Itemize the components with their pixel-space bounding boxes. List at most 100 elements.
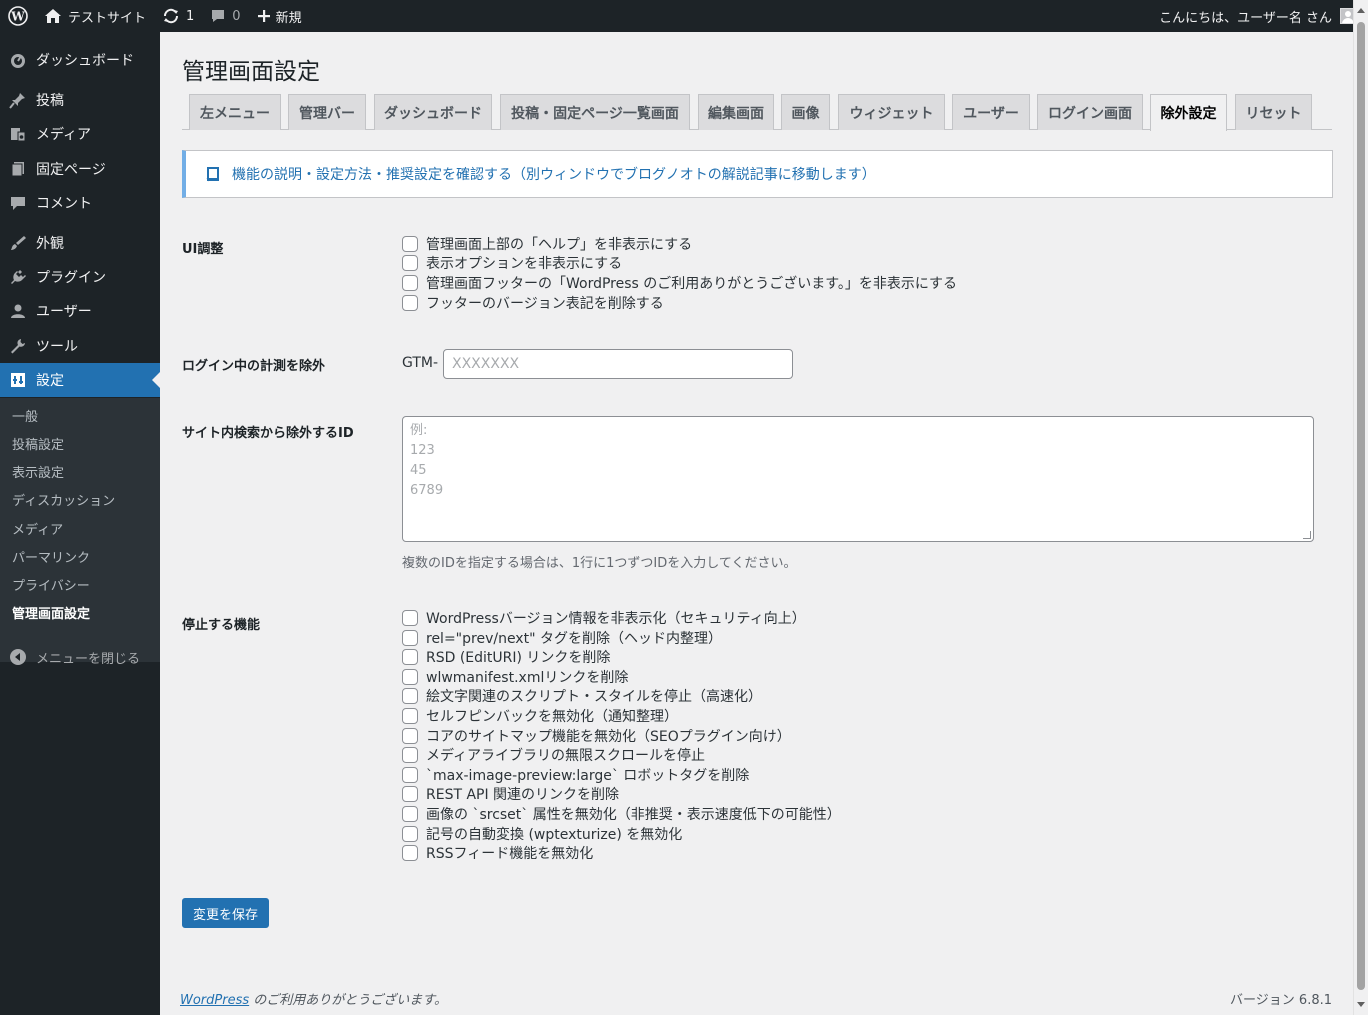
- menu-posts[interactable]: 投稿: [0, 83, 160, 117]
- menu-tools[interactable]: ツール: [0, 329, 160, 363]
- disable-option-rss[interactable]: RSSフィード機能を無効化: [402, 843, 593, 862]
- submenu-permalink[interactable]: パーマリンク: [12, 549, 90, 569]
- book-icon: [206, 167, 219, 182]
- svg-text:W: W: [10, 10, 25, 24]
- tab-admin-bar[interactable]: 管理バー: [288, 94, 366, 130]
- menu-comments[interactable]: コメント: [0, 186, 160, 220]
- tab-reset[interactable]: リセット: [1235, 94, 1312, 130]
- checkbox[interactable]: [402, 746, 418, 763]
- menu-pages[interactable]: 固定ページ: [0, 152, 160, 186]
- checkbox[interactable]: [402, 254, 418, 271]
- checkbox[interactable]: [402, 668, 418, 685]
- scroll-up-arrow-icon[interactable]: [1357, 8, 1365, 13]
- tab-exclusion-settings[interactable]: 除外設定: [1150, 94, 1227, 131]
- new-content-link[interactable]: 新規: [249, 0, 310, 32]
- tab-left-menu[interactable]: 左メニュー: [189, 94, 281, 130]
- exclude-ids-textarea[interactable]: 例: 123 45 6789: [402, 416, 1314, 542]
- documentation-link[interactable]: 機能の説明・設定方法・推奨設定を確認する（別ウィンドウでブログノオトの解説記事に…: [232, 164, 876, 184]
- menu-users[interactable]: ユーザー: [0, 294, 160, 328]
- checkbox[interactable]: [402, 785, 418, 802]
- checkbox[interactable]: [402, 727, 418, 744]
- ui-option-hide-screen-options[interactable]: 表示オプションを非表示にする: [402, 253, 622, 272]
- option-label: wlwmanifest.xmlリンクを削除: [426, 669, 629, 686]
- media-icon: [0, 125, 36, 143]
- disable-option-max-image-preview[interactable]: `max-image-preview:large` ロボットタグを削除: [402, 765, 749, 784]
- checkbox[interactable]: [402, 629, 418, 646]
- menu-plugins[interactable]: プラグイン: [0, 260, 160, 294]
- gtm-id-input[interactable]: XXXXXXX: [443, 349, 793, 379]
- submenu-writing[interactable]: 投稿設定: [12, 436, 64, 456]
- disable-option-srcset[interactable]: 画像の `srcset` 属性を無効化（非推奨・表示速度低下の可能性）: [402, 804, 841, 823]
- tab-login-screen[interactable]: ログイン画面: [1037, 94, 1143, 130]
- disable-option-self-pingback[interactable]: セルフピンバックを無効化（通知整理）: [402, 706, 678, 725]
- collapse-label: メニューを閉じる: [36, 651, 141, 667]
- disable-option-wptexturize[interactable]: 記号の自動変換 (wptexturize) を無効化: [402, 824, 682, 843]
- tab-edit-screen[interactable]: 編集画面: [698, 94, 774, 130]
- settings-icon: [0, 371, 36, 389]
- ui-option-remove-version[interactable]: フッターのバージョン表記を削除する: [402, 293, 664, 312]
- tab-users[interactable]: ユーザー: [952, 94, 1030, 130]
- menu-label: プラグイン: [36, 270, 106, 286]
- option-label: 画像の `srcset` 属性を無効化（非推奨・表示速度低下の可能性）: [426, 806, 841, 823]
- disable-option-prev-next[interactable]: rel="prev/next" タグを削除（ヘッド内整理）: [402, 628, 722, 647]
- checkbox[interactable]: [402, 609, 418, 626]
- info-notice: 機能の説明・設定方法・推奨設定を確認する（別ウィンドウでブログノオトの解説記事に…: [182, 150, 1333, 198]
- resize-handle[interactable]: [1303, 531, 1311, 539]
- menu-appearance[interactable]: 外観: [0, 226, 160, 260]
- menu-dashboard[interactable]: ダッシュボード: [0, 43, 160, 77]
- submenu-reading[interactable]: 表示設定: [12, 464, 64, 484]
- menu-label: コメント: [36, 196, 92, 212]
- submenu-privacy[interactable]: プライバシー: [12, 577, 90, 597]
- placeholder-line: 123: [410, 443, 435, 458]
- submenu-discussion[interactable]: ディスカッション: [12, 492, 115, 512]
- wordpress-link[interactable]: WordPress: [180, 993, 249, 1008]
- tab-widgets[interactable]: ウィジェット: [838, 94, 945, 130]
- checkbox[interactable]: [402, 235, 418, 252]
- disable-option-rest-api[interactable]: REST API 関連のリンクを削除: [402, 784, 619, 803]
- disable-option-rsd[interactable]: RSD (EditURI) リンクを削除: [402, 647, 610, 666]
- disable-option-wp-version[interactable]: WordPressバージョン情報を非表示化（セキュリティ向上）: [402, 608, 806, 627]
- disable-option-infinite-scroll[interactable]: メディアライブラリの無限スクロールを停止: [402, 745, 705, 764]
- menu-label: メディア: [36, 127, 92, 143]
- option-label: 表示オプションを非表示にする: [426, 255, 623, 272]
- disable-option-emoji[interactable]: 絵文字関連のスクリプト・スタイルを停止（高速化）: [402, 686, 762, 705]
- tab-dashboard[interactable]: ダッシュボード: [374, 94, 492, 130]
- option-label: 管理画面フッターの「WordPress のご利用ありがとうございます。」を非表示…: [426, 275, 958, 292]
- scroll-down-arrow-icon[interactable]: [1357, 1002, 1365, 1007]
- ui-option-hide-help[interactable]: 管理画面上部の「ヘルプ」を非表示にする: [402, 234, 692, 253]
- main-content: 管理画面設定 左メニュー 管理バー ダッシュボード 投稿・固定ページ一覧画面 編…: [160, 32, 1353, 1015]
- disable-option-sitemap[interactable]: コアのサイトマップ機能を無効化（SEOプラグイン向け）: [402, 726, 791, 745]
- checkbox[interactable]: [402, 274, 418, 291]
- menu-label: ダッシュボード: [36, 53, 134, 69]
- disable-option-wlwmanifest[interactable]: wlwmanifest.xmlリンクを削除: [402, 667, 628, 686]
- collapse-menu-button[interactable]: メニューを閉じる: [0, 642, 160, 672]
- checkbox[interactable]: [402, 687, 418, 704]
- scrollbar[interactable]: [1353, 0, 1368, 1015]
- comments-link[interactable]: 0: [202, 0, 248, 32]
- submenu-admin-settings[interactable]: 管理画面設定: [12, 605, 90, 625]
- checkbox[interactable]: [402, 844, 418, 861]
- menu-settings[interactable]: 設定: [0, 363, 160, 397]
- tab-images[interactable]: 画像: [781, 94, 830, 130]
- comments-count: 0: [232, 8, 241, 24]
- search-exclude-label: サイト内検索から除外するID: [182, 426, 354, 441]
- submenu-general[interactable]: 一般: [12, 408, 38, 428]
- ui-option-hide-footer-thanks[interactable]: 管理画面フッターの「WordPress のご利用ありがとうございます。」を非表示…: [402, 273, 957, 292]
- menu-media[interactable]: メディア: [0, 117, 160, 151]
- submenu-media[interactable]: メディア: [12, 521, 63, 541]
- save-button[interactable]: 変更を保存: [182, 898, 269, 928]
- updates-link[interactable]: 1: [154, 0, 202, 32]
- scrollbar-thumb[interactable]: [1357, 22, 1365, 990]
- site-name: テストサイト: [68, 10, 147, 26]
- checkbox[interactable]: [402, 766, 418, 783]
- my-account[interactable]: こんにちは、ユーザー名 さん: [1159, 0, 1356, 32]
- checkbox[interactable]: [402, 805, 418, 822]
- tab-post-list[interactable]: 投稿・固定ページ一覧画面: [500, 94, 690, 130]
- checkbox[interactable]: [402, 294, 418, 311]
- site-name-link[interactable]: テストサイト: [36, 0, 154, 32]
- option-label: フッターのバージョン表記を削除する: [426, 295, 664, 312]
- checkbox[interactable]: [402, 707, 418, 724]
- checkbox[interactable]: [402, 825, 418, 842]
- wordpress-logo-icon[interactable]: W: [0, 0, 36, 32]
- checkbox[interactable]: [402, 648, 418, 665]
